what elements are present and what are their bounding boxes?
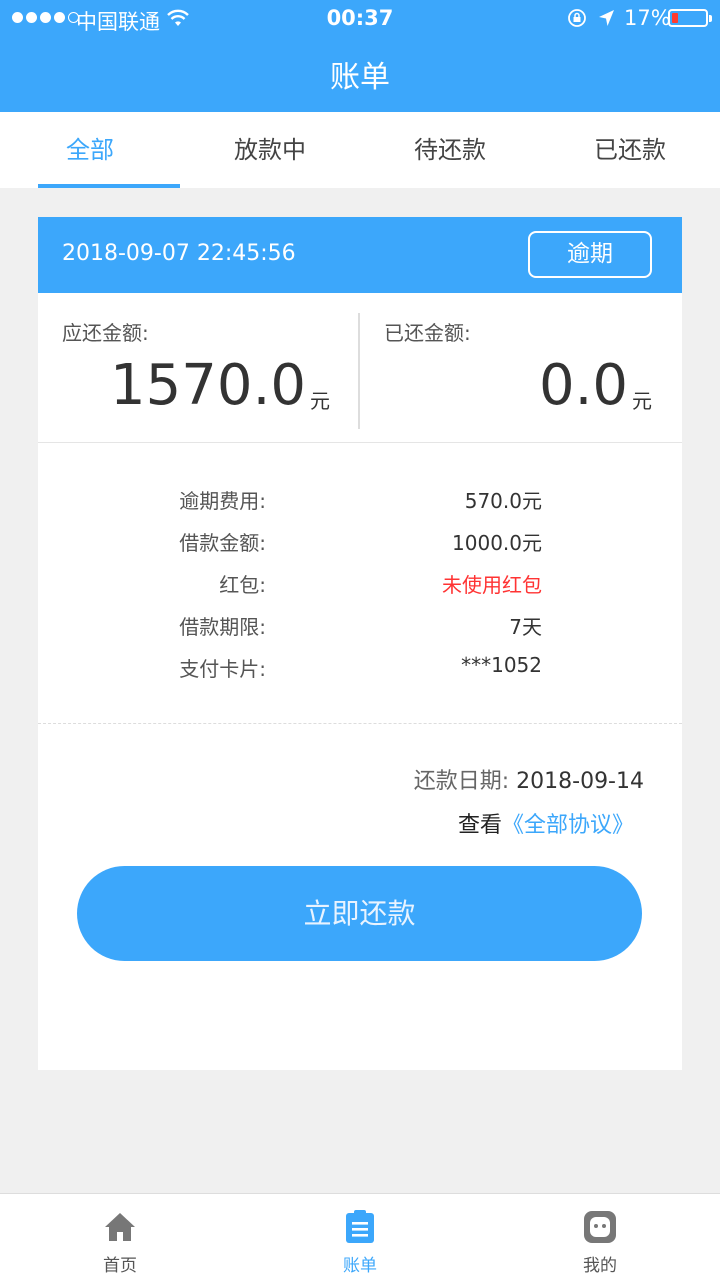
detail-label: 借款金额: [179,531,266,555]
detail-value: 1000.0元 [452,531,542,555]
tabbar-profile[interactable]: 我的 [480,1194,720,1280]
bill-icon [346,1210,374,1243]
detail-label: 借款期限: [179,615,266,639]
detail-value: 570.0元 [464,489,542,513]
tab-all[interactable]: 全部 [0,112,180,188]
detail-row-loan-term: 借款期限: 7天 [38,611,682,641]
battery-icon [668,9,712,27]
amounts-section: 应还金额: 1570.0 元 已还金额: 0.0 元 [38,293,682,443]
detail-value: ***1052 [461,653,542,677]
detail-row-red-packet: 红包: 未使用红包 [38,569,682,599]
due-amount-block: 应还金额: 1570.0 元 [38,293,360,443]
protocol-line: 查看《全部协议》 [458,807,634,839]
bill-details: 逾期费用: 570.0元 借款金额: 1000.0元 红包: 未使用红包 借款期… [38,443,682,723]
repay-now-button[interactable]: 立即还款 [77,866,642,961]
due-amount-label: 应还金额: [62,321,149,345]
repay-date-label: 还款日期: [413,769,510,794]
repay-date-value: 2018-09-14 [516,769,644,794]
tab-pending-repayment[interactable]: 待还款 [360,112,540,188]
detail-row-loan-amount: 借款金额: 1000.0元 [38,527,682,557]
paid-amount-block: 已还金额: 0.0 元 [360,293,682,443]
profile-icon [584,1211,616,1243]
red-packet-link[interactable]: 未使用红包 [442,569,542,598]
tabbar-bill[interactable]: 账单 [240,1194,480,1280]
tabbar-home-label: 首页 [103,1256,137,1276]
page-title: 账单 [330,60,390,95]
rotation-lock-icon [568,9,586,27]
repay-date: 还款日期: 2018-09-14 [414,763,644,795]
bill-datetime: 2018-09-07 22:45:56 [62,241,296,266]
tab-repaid[interactable]: 已还款 [540,112,720,188]
view-label: 查看 [457,813,502,838]
top-header: 中国联通 00:37 17% 账单 [0,0,720,112]
tabbar-bill-label: 账单 [343,1256,377,1276]
bill-card: 2018-09-07 22:45:56 逾期 应还金额: 1570.0 元 已还… [38,217,682,1070]
bill-card-header: 2018-09-07 22:45:56 逾期 [38,217,682,293]
battery-percent: 17% [624,6,671,30]
tab-disbursing[interactable]: 放款中 [180,112,360,188]
home-icon [105,1213,135,1241]
detail-label: 红包: [219,573,266,597]
tabbar-profile-label: 我的 [583,1256,617,1276]
detail-label: 支付卡片: [179,657,266,681]
paid-amount-label: 已还金额: [384,321,471,345]
bottom-tab-bar: 首页 账单 我的 [0,1193,720,1280]
due-amount-unit: 元 [310,389,330,413]
dashed-divider [38,723,682,724]
due-amount-value: 1570.0 [110,353,306,418]
tabbar-home[interactable]: 首页 [0,1194,240,1280]
detail-row-overdue-fee: 逾期费用: 570.0元 [38,485,682,515]
paid-amount-unit: 元 [632,389,652,413]
detail-row-payment-card: 支付卡片: ***1052 [38,653,682,683]
status-bar: 中国联通 00:37 17% [0,0,720,38]
location-arrow-icon [599,10,614,26]
detail-label: 逾期费用: [179,489,266,513]
filter-tabs: 全部 放款中 待还款 已还款 [0,112,720,188]
overdue-status-badge[interactable]: 逾期 [528,231,652,278]
paid-amount-value: 0.0 [538,353,628,418]
all-protocols-link[interactable]: 《全部协议》 [502,813,634,838]
detail-value: 7天 [509,615,542,639]
